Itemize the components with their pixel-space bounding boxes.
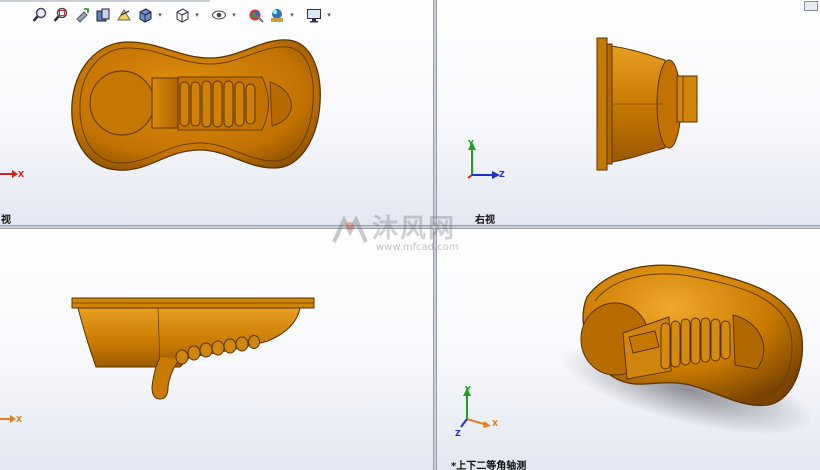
triad-z-label: Z bbox=[499, 170, 505, 179]
view-label-top-right: 右视 bbox=[475, 215, 495, 225]
view-label-bottom-right: *上下二等角轴测 bbox=[451, 461, 527, 470]
shoe-top-view bbox=[71, 39, 321, 171]
triad-y-label: Y bbox=[468, 139, 474, 148]
shoe-right-view bbox=[596, 37, 698, 171]
shoe-isometric-view bbox=[560, 264, 814, 435]
shoe-front-view bbox=[71, 297, 315, 400]
viewport-bottom-right[interactable]: Y X Z *上下二等角轴测 bbox=[437, 229, 820, 470]
viewport-splitter-vertical[interactable] bbox=[433, 0, 437, 470]
viewport-top-right[interactable]: Y Z 右视 bbox=[437, 0, 820, 225]
viewport-bottom-left[interactable]: X bbox=[0, 229, 433, 470]
triad-x-label-iso: X bbox=[492, 419, 499, 428]
triad-x-label: X bbox=[18, 170, 25, 179]
triad-x-arrow-front bbox=[0, 415, 16, 423]
triad-x-label-front: X bbox=[16, 415, 23, 424]
viewport-top-left[interactable]: ▾ ▾ ▾ ▾ ▾ X 视 bbox=[0, 0, 433, 225]
triad-x-arrow bbox=[0, 170, 18, 178]
triad-y-label-iso: Y bbox=[465, 385, 471, 394]
triad-z-label-iso: Z bbox=[455, 429, 461, 438]
view-label-top-left: 视 bbox=[1, 215, 11, 225]
viewport-splitter-horizontal[interactable] bbox=[0, 225, 820, 229]
